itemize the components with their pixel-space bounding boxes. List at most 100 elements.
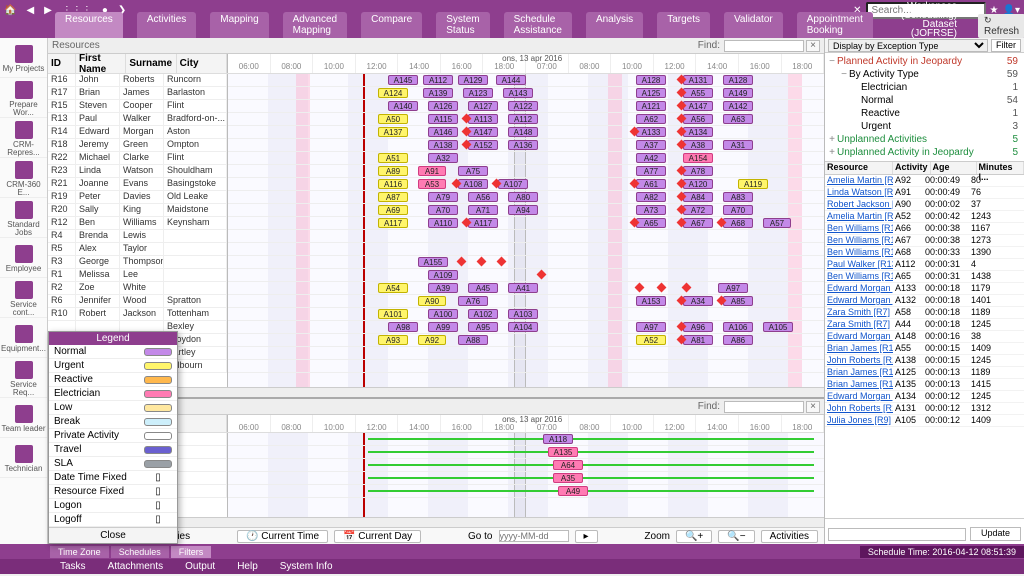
gantt-row[interactable]: A109 xyxy=(228,269,824,282)
table-row[interactable]: Ben Williams [R12]A6600:00:381167 xyxy=(825,223,1024,235)
gantt-bar[interactable]: A106 xyxy=(723,322,753,332)
table-row[interactable]: Ben Williams [R12]A6500:00:311438 xyxy=(825,271,1024,283)
goto-date-input[interactable] xyxy=(499,530,569,542)
diamond-icon[interactable] xyxy=(457,257,467,267)
gantt-bar[interactable]: A77 xyxy=(636,166,666,176)
gantt-bar[interactable]: A98 xyxy=(388,322,418,332)
table-row[interactable]: R3GeorgeThompson xyxy=(48,256,227,269)
gantt-bar[interactable]: A62 xyxy=(636,114,666,124)
gantt-row[interactable]: A54A39A45A41A97 xyxy=(228,282,824,295)
find-input[interactable] xyxy=(724,40,804,52)
diamond-icon[interactable] xyxy=(537,270,547,280)
gantt-bar[interactable]: A68 xyxy=(723,218,753,228)
table-row[interactable]: Brian James [R17]A12500:00:131189 xyxy=(825,367,1024,379)
filter-button[interactable]: Filter xyxy=(991,39,1021,52)
gantt-bar[interactable]: A54 xyxy=(378,283,408,293)
gantt-bar[interactable]: A75 xyxy=(458,166,488,176)
table-row[interactable]: Edward Morgan [R14]A13200:00:181401 xyxy=(825,295,1024,307)
gantt-row[interactable]: A87A79A56A80A82A84A83 xyxy=(228,191,824,204)
gantt-row[interactable] xyxy=(228,347,824,360)
gantt-bar[interactable]: A67 xyxy=(683,218,713,228)
table-row[interactable]: Edward Morgan [R14]A14800:00:1638 xyxy=(825,331,1024,343)
table-row[interactable]: R23LindaWatsonShouldham xyxy=(48,165,227,178)
gantt-bar[interactable]: A69 xyxy=(378,205,408,215)
gantt-bar[interactable]: A64 xyxy=(553,460,583,470)
table-row[interactable]: R16JohnRobertsRuncorn xyxy=(48,74,227,87)
gantt-bar[interactable]: A122 xyxy=(508,101,538,111)
gantt-bar[interactable]: A102 xyxy=(468,309,498,319)
gantt-row[interactable]: A69A70A71A94A73A72A70 xyxy=(228,204,824,217)
gantt-bar[interactable]: A94 xyxy=(508,205,538,215)
table-row[interactable]: Ben Williams [R12]A6800:00:331390 xyxy=(825,247,1024,259)
tab-resources[interactable]: Resources xyxy=(55,12,123,38)
sidebar-item[interactable]: My Projects xyxy=(0,38,47,78)
table-row[interactable]: Robert Jackson [R10]A9000:00:0237 xyxy=(825,199,1024,211)
gantt-row[interactable] xyxy=(228,230,824,243)
gantt-row[interactable]: A50A115A113A112A62A56A63 xyxy=(228,113,824,126)
table-row[interactable]: R17BrianJamesBarlaston xyxy=(48,87,227,100)
gantt-bar[interactable]: A88 xyxy=(458,335,488,345)
gantt-bar[interactable]: A89 xyxy=(378,166,408,176)
gantt-bar[interactable]: A38 xyxy=(683,140,713,150)
table-row[interactable]: R4BrendaLewis xyxy=(48,230,227,243)
gantt-bar[interactable]: A79 xyxy=(428,192,458,202)
gantt-bar[interactable]: A45 xyxy=(468,283,498,293)
gantt-bar[interactable]: A123 xyxy=(463,88,493,98)
gantt-bar[interactable]: A137 xyxy=(378,127,408,137)
gantt-bar[interactable]: A140 xyxy=(388,101,418,111)
gantt-bar[interactable]: A50 xyxy=(378,114,408,124)
col-header[interactable]: First Name xyxy=(76,54,126,73)
gantt-bar[interactable]: A117 xyxy=(378,218,408,228)
current-time-button[interactable]: 🕐 Current Time xyxy=(237,530,328,543)
col-header[interactable]: City xyxy=(177,54,227,73)
gantt-bar[interactable]: A35 xyxy=(553,473,583,483)
table-row[interactable]: R20SallyKingMaidstone xyxy=(48,204,227,217)
table-row[interactable]: Brian James [R17]A13500:00:131415 xyxy=(825,379,1024,391)
sidebar-item[interactable]: Prepare Wor... xyxy=(0,78,47,118)
back-icon[interactable]: ◀ xyxy=(26,5,34,16)
gantt-bar[interactable]: A83 xyxy=(723,192,753,202)
table-row[interactable]: R14EdwardMorganAston xyxy=(48,126,227,139)
gantt-bar[interactable]: A113 xyxy=(468,114,498,124)
gantt-bar[interactable]: A120 xyxy=(683,179,713,189)
gantt-bar[interactable]: A121 xyxy=(636,101,666,111)
gantt-bar[interactable]: A61 xyxy=(636,179,666,189)
gantt-bar[interactable]: A112 xyxy=(508,114,538,124)
gantt-bar[interactable]: A82 xyxy=(636,192,666,202)
gantt-bar[interactable]: A131 xyxy=(683,75,713,85)
gantt-bar[interactable]: A149 xyxy=(723,88,753,98)
table-row[interactable]: Linda Watson [R23]A9100:00:4976 xyxy=(825,187,1024,199)
gantt-row[interactable]: A51A32A42A154 xyxy=(228,152,824,165)
gantt-bar[interactable]: A101 xyxy=(378,309,408,319)
sidebar-item[interactable]: Service cont... xyxy=(0,278,47,318)
table-row[interactable]: Julia Jones [R9]A10500:00:121409 xyxy=(825,415,1024,427)
col-header[interactable]: ID xyxy=(48,54,76,73)
gantt-bar[interactable]: A90 xyxy=(418,296,446,306)
gantt-bar[interactable]: A80 xyxy=(508,192,538,202)
find-clear-button[interactable]: × xyxy=(806,40,820,52)
gantt-bar[interactable]: A148 xyxy=(508,127,538,137)
tree-node[interactable]: +Unplanned Activity in Jeopardy5 xyxy=(827,146,1022,159)
gantt-bar[interactable]: A32 xyxy=(428,153,458,163)
table-row[interactable]: R15StevenCooperFlint xyxy=(48,100,227,113)
gantt-bar[interactable]: A76 xyxy=(458,296,488,306)
tab-activities[interactable]: Activities xyxy=(137,12,196,38)
diamond-icon[interactable] xyxy=(682,283,692,293)
table-row[interactable]: R10RobertJacksonTottenham xyxy=(48,308,227,321)
bottom-tab[interactable]: Attachments xyxy=(108,561,164,572)
gantt-bar[interactable]: A128 xyxy=(723,75,753,85)
table-row[interactable]: Amelia Martin [R8]A9200:00:4980 xyxy=(825,175,1024,187)
gantt-bar[interactable]: A109 xyxy=(428,270,458,280)
gantt-chart[interactable]: A145A112A129A144A128A131A128A124A139A123… xyxy=(228,74,824,387)
gantt-bar[interactable]: A147 xyxy=(683,101,713,111)
gantt-bar[interactable]: A117 xyxy=(468,218,498,228)
gantt-bar[interactable]: A100 xyxy=(428,309,458,319)
tab-appointment-booking[interactable]: Appointment Booking xyxy=(797,12,873,38)
sidebar-item[interactable]: CRM-360 E... xyxy=(0,158,47,198)
gantt-bar[interactable]: A96 xyxy=(683,322,713,332)
gantt-row[interactable]: A35 xyxy=(228,472,824,485)
gantt-bar[interactable]: A78 xyxy=(683,166,713,176)
gantt-bar[interactable]: A126 xyxy=(428,101,458,111)
table-row[interactable]: Brian James [R17]A5500:00:151409 xyxy=(825,343,1024,355)
sidebar-item[interactable]: Standard Jobs xyxy=(0,198,47,238)
